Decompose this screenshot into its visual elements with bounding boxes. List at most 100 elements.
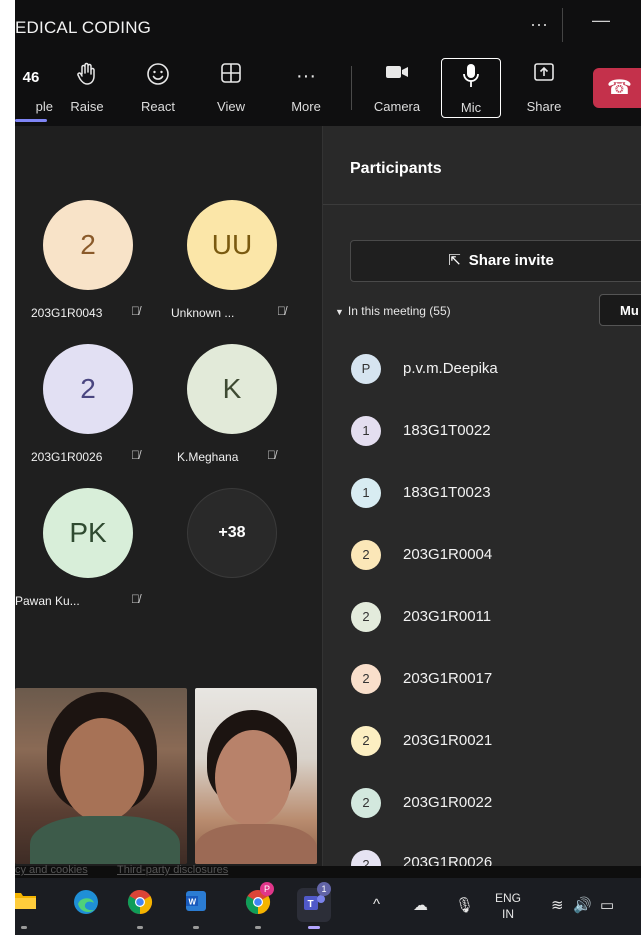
running-indicator — [21, 926, 27, 929]
video-gallery: 2 203G1R0043 🎙̸ UU Unknown ... 🎙̸ 2 203G… — [15, 126, 323, 866]
toolbar-divider — [351, 66, 352, 110]
onedrive-cloud-icon[interactable]: ☁ — [413, 896, 428, 914]
participant-name: Unknown ... — [171, 306, 235, 320]
chrome-icon[interactable] — [123, 888, 157, 922]
participant-avatar[interactable]: K — [187, 344, 277, 434]
muted-mic-icon: 🎙̸ — [131, 592, 140, 606]
people-button[interactable]: 46 ple — [15, 52, 61, 126]
participant-list: P p.v.m.Deepika 1 183G1T0022 1 183G1T002… — [323, 126, 641, 880]
teams-window: EDICAL CODING ··· — 46 ple Raise React V… — [15, 0, 641, 935]
participant-avatar: 1 — [351, 416, 381, 446]
mic-label: Mic — [460, 100, 482, 115]
camera-icon — [367, 62, 427, 90]
leave-call-button[interactable]: ☎ — [593, 68, 641, 108]
hand-icon — [57, 62, 117, 90]
more-button[interactable]: ··· More — [276, 52, 336, 126]
teams-icon[interactable]: T 1 — [297, 882, 331, 922]
svg-text:W: W — [189, 898, 197, 907]
grid-view-icon — [201, 62, 261, 90]
running-indicator — [193, 926, 199, 929]
window-more-icon[interactable]: ··· — [530, 14, 548, 35]
more-icon: ··· — [296, 65, 316, 87]
chevron-up-icon[interactable]: ^ — [373, 896, 380, 913]
taskbar: W P T 1 ^ ☁ 🎙 ENG IN ≋ 🔊 ▭ — [15, 878, 641, 935]
more-participants-button[interactable]: +38 — [187, 488, 277, 578]
raise-label: Raise — [70, 99, 104, 114]
participant-avatar: P — [351, 354, 381, 384]
participant-name: 203G1R0004 — [403, 546, 493, 563]
muted-mic-icon: 🎙̸ — [267, 448, 276, 462]
minimize-button[interactable]: — — [592, 10, 610, 31]
camera-button[interactable]: Camera — [367, 52, 427, 126]
word-icon[interactable]: W — [179, 888, 213, 922]
language-indicator[interactable]: ENG IN — [495, 890, 521, 922]
muted-mic-icon: 🎙̸ — [131, 304, 140, 318]
footer-links: cy and cookies Third-party disclosures — [15, 864, 641, 878]
language-code: ENG — [495, 891, 522, 905]
microphone-icon — [442, 63, 500, 91]
more-label: More — [291, 99, 321, 114]
file-explorer-icon[interactable] — [15, 888, 41, 922]
share-label: Share — [526, 99, 562, 114]
react-label: React — [141, 99, 175, 114]
participants-panel: Participants ⇱ Share invite ▼ In this meet… — [323, 126, 641, 880]
participant-avatar[interactable]: 2 — [43, 344, 133, 434]
mic-button[interactable]: Mic — [441, 58, 501, 118]
participant-avatar: 2 — [351, 664, 381, 694]
battery-icon[interactable]: ▭ — [600, 896, 614, 914]
running-indicator — [137, 926, 143, 929]
profile-badge: P — [260, 882, 274, 896]
hang-up-icon: ☎ — [607, 77, 632, 99]
participant-avatar[interactable]: UU — [187, 200, 277, 290]
video-face — [60, 718, 144, 822]
participant-name: 203G1R0021 — [403, 732, 493, 749]
participant-name: 203G1R0022 — [403, 794, 493, 811]
muted-mic-icon: 🎙̸ — [277, 304, 286, 318]
privacy-link[interactable]: cy and cookies — [15, 864, 88, 876]
participant-video[interactable] — [15, 688, 187, 864]
wifi-icon[interactable]: ≋ — [551, 896, 564, 914]
active-tab-indicator — [15, 119, 47, 122]
participant-name: 183G1T0023 — [403, 484, 491, 501]
notification-badge: 1 — [317, 882, 331, 896]
share-tray-icon — [514, 62, 574, 90]
running-indicator — [255, 926, 261, 929]
title-bar: EDICAL CODING ··· — — [15, 0, 641, 52]
participant-name: 203G1R0011 — [403, 608, 492, 625]
participant-avatar[interactable]: PK — [43, 488, 133, 578]
camera-label: Camera — [373, 99, 421, 114]
share-button[interactable]: Share — [514, 52, 574, 126]
smiley-icon — [128, 62, 188, 90]
react-button[interactable]: React — [128, 52, 188, 126]
participant-name: 203G1R0026 — [31, 450, 103, 464]
title-divider — [562, 8, 563, 42]
participant-avatar[interactable]: 2 — [43, 200, 133, 290]
microphone-tray-icon[interactable]: 🎙 — [455, 896, 474, 914]
participant-avatar: 2 — [351, 788, 381, 818]
muted-mic-icon: 🎙̸ — [131, 448, 140, 462]
volume-icon[interactable]: 🔊 — [573, 896, 592, 914]
participant-name: K.Meghana — [177, 450, 239, 464]
third-party-link[interactable]: Third-party disclosures — [117, 864, 228, 876]
participant-name: 203G1R0043 — [31, 306, 103, 320]
participant-name: p.v.m.Deepika — [403, 360, 498, 377]
svg-text:T: T — [308, 899, 314, 910]
participant-avatar: 2 — [351, 726, 381, 756]
participant-avatar: 2 — [351, 602, 381, 632]
participant-video[interactable] — [195, 688, 317, 864]
participant-avatar: 2 — [351, 540, 381, 570]
participant-name: 183G1T0022 — [403, 422, 491, 439]
active-indicator — [308, 926, 320, 929]
chrome-profile-icon[interactable]: P — [241, 882, 275, 922]
view-label: View — [217, 99, 245, 114]
edge-icon[interactable] — [69, 888, 103, 922]
video-clothing — [30, 816, 180, 864]
view-button[interactable]: View — [201, 52, 261, 126]
participant-name: 203G1R0017 — [403, 670, 493, 687]
video-face — [215, 730, 291, 826]
raise-hand-button[interactable]: Raise — [57, 52, 117, 126]
meeting-title: EDICAL CODING — [15, 18, 152, 37]
meeting-toolbar: 46 ple Raise React View ··· More Camera … — [15, 52, 641, 126]
people-label: ple — [35, 99, 53, 114]
participant-avatar: 1 — [351, 478, 381, 508]
